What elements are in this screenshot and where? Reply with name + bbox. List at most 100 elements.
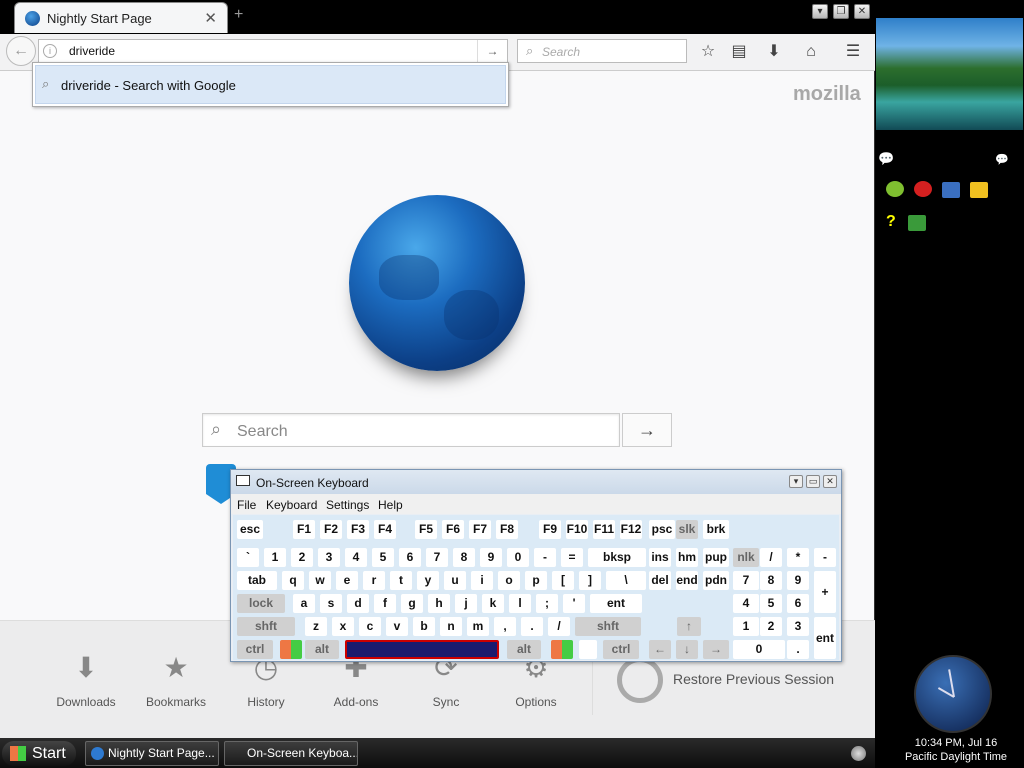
note-app-icon[interactable] [970,182,988,198]
menu-file[interactable]: File [237,498,256,512]
help-question-icon[interactable]: ? [886,213,896,231]
osk-titlebar[interactable]: On-Screen Keyboard ▾ ▭ ✕ [231,470,841,494]
key-ctrl[interactable]: ctrl [603,640,639,659]
key-1[interactable]: 1 [264,548,286,567]
key-end[interactable]: end [676,571,698,590]
key-r[interactable]: r [363,571,385,590]
key-nlk[interactable]: nlk [733,548,759,567]
key-0[interactable]: 0 [733,640,785,659]
key-[interactable]: ; [536,594,558,613]
key-[interactable]: ← [649,640,671,659]
key-v[interactable]: v [386,617,408,636]
key-h[interactable]: h [428,594,450,613]
key-g[interactable]: g [401,594,423,613]
key-[interactable]: , [494,617,516,636]
key-w[interactable]: w [309,571,331,590]
key-6[interactable]: 6 [399,548,421,567]
key-pup[interactable]: pup [703,548,729,567]
home-icon[interactable]: ⌂ [800,41,822,63]
close-window-button[interactable]: ✕ [854,4,870,19]
key-pdn[interactable]: pdn [703,571,729,590]
key-o[interactable]: o [498,571,520,590]
key-[interactable]: . [521,617,543,636]
space-key[interactable] [345,640,499,659]
key-[interactable]: / [760,548,782,567]
close-tab-icon[interactable]: ✕ [204,9,217,27]
key-7[interactable]: 7 [733,571,759,590]
opera-icon[interactable] [914,181,932,197]
key-alt[interactable]: alt [305,640,339,659]
chat-icon[interactable]: 💬 [878,151,894,167]
key-F11[interactable]: F11 [593,520,615,539]
key-9[interactable]: 9 [787,571,809,590]
key-u[interactable]: u [444,571,466,590]
key-4[interactable]: 4 [733,594,759,613]
key-c[interactable]: c [359,617,381,636]
key-del[interactable]: del [649,571,671,590]
key-n[interactable]: n [440,617,462,636]
key-[interactable]: ' [563,594,585,613]
key-F1[interactable]: F1 [293,520,315,539]
green-app-icon[interactable] [886,181,904,197]
key-k[interactable]: k [482,594,504,613]
minimize-button[interactable]: ▾ [812,4,828,19]
key-alt[interactable]: alt [507,640,541,659]
key-ent[interactable]: ent [814,617,836,659]
key-[interactable]: ↑ [677,617,701,636]
tray-icon[interactable] [851,746,866,761]
key-[interactable]: = [561,548,583,567]
key-F9[interactable]: F9 [539,520,561,539]
osk-maximize-button[interactable]: ▭ [806,475,820,488]
key-z[interactable]: z [305,617,327,636]
key-6[interactable]: 6 [787,594,809,613]
key-[interactable]: ` [237,548,259,567]
key-[interactable]: [ [552,571,574,590]
key-d[interactable]: d [347,594,369,613]
key-[interactable]: . [787,640,809,659]
key-[interactable]: \ [606,571,646,590]
maximize-button[interactable]: ❐ [833,4,849,19]
menu-icon[interactable]: ☰ [842,41,864,63]
key-[interactable]: → [703,640,729,659]
key-f[interactable]: f [374,594,396,613]
key-F6[interactable]: F6 [442,520,464,539]
key-x[interactable]: x [332,617,354,636]
key-F8[interactable]: F8 [496,520,518,539]
key-j[interactable]: j [455,594,477,613]
menu-key-icon[interactable] [579,640,597,659]
main-search-go-button[interactable]: → [622,413,672,447]
key-t[interactable]: t [390,571,412,590]
key-[interactable]: ↓ [676,640,698,659]
key-[interactable]: / [548,617,570,636]
key-shft[interactable]: shft [237,617,295,636]
key-8[interactable]: 8 [453,548,475,567]
osk-minimize-button[interactable]: ▾ [789,475,803,488]
menu-settings[interactable]: Settings [326,498,369,512]
key-[interactable]: * [787,548,809,567]
key-a[interactable]: a [293,594,315,613]
key-8[interactable]: 8 [760,571,782,590]
key-m[interactable]: m [467,617,489,636]
download-icon[interactable]: ⬇ [763,41,785,63]
key-y[interactable]: y [417,571,439,590]
launcher-bookmarks[interactable]: ★ Bookmarks [136,651,216,709]
search-bar[interactable]: ⌕ Search [517,39,687,63]
key-F10[interactable]: F10 [566,520,588,539]
site-info-icon[interactable]: i [43,44,57,58]
key-psc[interactable]: psc [649,520,675,539]
key-F5[interactable]: F5 [415,520,437,539]
osk-close-button[interactable]: ✕ [823,475,837,488]
key-1[interactable]: 1 [733,617,759,636]
key-[interactable]: - [534,548,556,567]
taskbar-item-osk[interactable]: On-Screen Keyboa... [224,741,358,766]
key-[interactable]: ] [579,571,601,590]
taskbar-item-nightly[interactable]: Nightly Start Page... [85,741,219,766]
key-i[interactable]: i [471,571,493,590]
key-9[interactable]: 9 [480,548,502,567]
reading-list-icon[interactable]: ▤ [728,41,750,63]
key-4[interactable]: 4 [345,548,367,567]
window-app-icon[interactable] [942,182,960,198]
key-F12[interactable]: F12 [620,520,642,539]
key-ins[interactable]: ins [649,548,671,567]
key-brk[interactable]: brk [703,520,729,539]
